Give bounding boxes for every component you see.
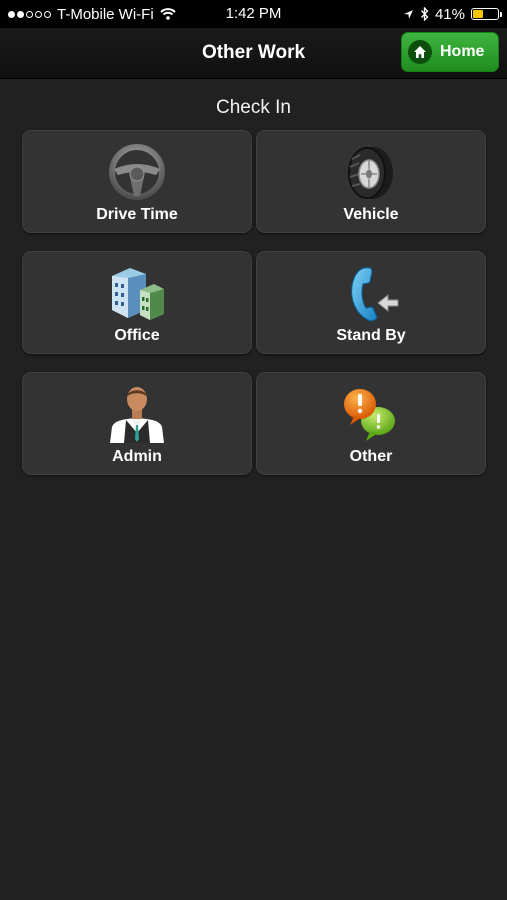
home-button-label: Home bbox=[440, 43, 485, 60]
tile-label: Admin bbox=[112, 448, 162, 465]
office-building-icon bbox=[112, 268, 164, 320]
battery-icon bbox=[471, 8, 502, 20]
tile-admin[interactable]: Admin bbox=[22, 372, 252, 475]
wifi-icon bbox=[159, 8, 176, 20]
battery-percent: 41% bbox=[434, 5, 465, 23]
section-title: Check In bbox=[216, 97, 291, 118]
carrier-label: T-Mobile Wi-Fi bbox=[57, 5, 154, 23]
navigation-bar: Other Work Home bbox=[0, 28, 507, 79]
tile-label: Other bbox=[349, 448, 393, 465]
person-icon bbox=[110, 387, 164, 443]
location-arrow-icon bbox=[404, 9, 413, 19]
tile-vehicle[interactable]: Vehicle bbox=[256, 130, 486, 233]
chat-bubbles-icon bbox=[344, 389, 395, 441]
home-icon bbox=[408, 40, 432, 64]
tile-other[interactable]: Other bbox=[256, 372, 486, 475]
phone-icon bbox=[351, 267, 399, 322]
signal-strength-icon bbox=[8, 10, 51, 18]
tile-label: Drive Time bbox=[96, 206, 178, 223]
tile-office[interactable]: Office bbox=[22, 251, 252, 354]
tile-drive-time[interactable]: Drive Time bbox=[22, 130, 252, 233]
tile-stand-by[interactable]: Stand By bbox=[256, 251, 486, 354]
tile-label: Vehicle bbox=[343, 206, 399, 223]
home-button[interactable]: Home bbox=[401, 32, 499, 72]
tile-label: Stand By bbox=[336, 327, 406, 344]
steering-wheel-icon bbox=[109, 144, 165, 200]
tile-label: Office bbox=[114, 327, 160, 344]
status-bar: T-Mobile Wi-Fi 1:42 PM 41% bbox=[0, 0, 507, 28]
bluetooth-icon bbox=[420, 7, 429, 21]
tire-icon bbox=[348, 147, 393, 199]
